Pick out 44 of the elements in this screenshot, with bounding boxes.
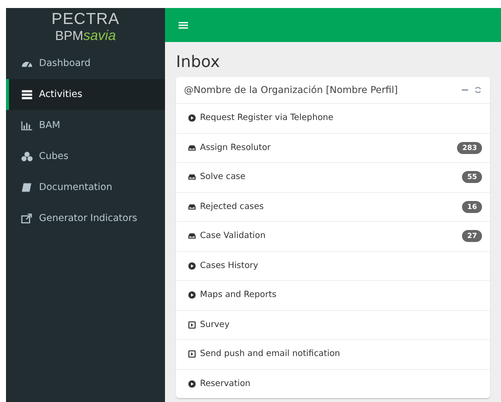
- sidebar-item[interactable]: Generator Indicators: [6, 203, 165, 234]
- item-label: Survey: [200, 320, 231, 330]
- inbox-icon: [188, 173, 196, 182]
- card-title: @Nombre de la Organización [Nombre Perfil]: [184, 84, 398, 96]
- sidebar-item[interactable]: BAM: [6, 110, 165, 141]
- item-label: Rejected cases: [200, 202, 265, 212]
- item-label: Request Register via Telephone: [200, 113, 334, 124]
- list-icon: [21, 89, 33, 100]
- item-label: Assign Resolutor: [200, 142, 272, 153]
- logo-text: BPM: [55, 28, 84, 43]
- item-label: Solve case: [200, 172, 246, 182]
- inbox-item[interactable]: Survey: [176, 310, 490, 340]
- refresh-icon[interactable]: [474, 86, 482, 94]
- sidebar-item[interactable]: Dashboard: [6, 48, 165, 79]
- bar-chart-icon: [21, 120, 33, 131]
- play-circle-icon: [188, 262, 196, 270]
- item-label: Reservation: [200, 378, 252, 389]
- play-square-icon: [188, 320, 196, 329]
- play-circle-icon: [188, 291, 196, 300]
- page-title: Inbox: [176, 52, 221, 71]
- inbox-icon: [188, 144, 196, 152]
- sidebar-item[interactable]: Activities: [6, 79, 165, 110]
- play-circle-icon: [188, 380, 196, 388]
- sidebar-item[interactable]: Cubes: [6, 141, 165, 172]
- external-link-icon: [21, 213, 33, 224]
- inbox-icon: [188, 202, 196, 211]
- inbox-item[interactable]: Send push and email notification: [176, 340, 490, 370]
- logo-text: savia: [83, 27, 116, 43]
- play-square-icon: [188, 350, 196, 358]
- inbox-icon: [188, 232, 196, 240]
- sidebar-item[interactable]: Documentation: [6, 172, 165, 203]
- inbox-item[interactable]: Reservation: [176, 370, 490, 398]
- book-icon: [21, 182, 33, 193]
- inbox-item[interactable]: Cases History: [176, 252, 490, 281]
- inbox-item[interactable]: Request Register via Telephone: [176, 104, 490, 134]
- logo-text: PECTRA: [52, 12, 120, 28]
- item-label: Maps and Reports: [200, 290, 278, 300]
- item-label: Case Validation: [200, 231, 266, 242]
- play-circle-icon: [188, 114, 196, 122]
- cubes-icon: [21, 151, 33, 162]
- inbox-item[interactable]: Maps and Reports: [176, 281, 490, 310]
- item-label: Send push and email notification: [200, 349, 342, 360]
- item-label: Cases History: [200, 260, 260, 271]
- minimize-icon[interactable]: [461, 86, 469, 94]
